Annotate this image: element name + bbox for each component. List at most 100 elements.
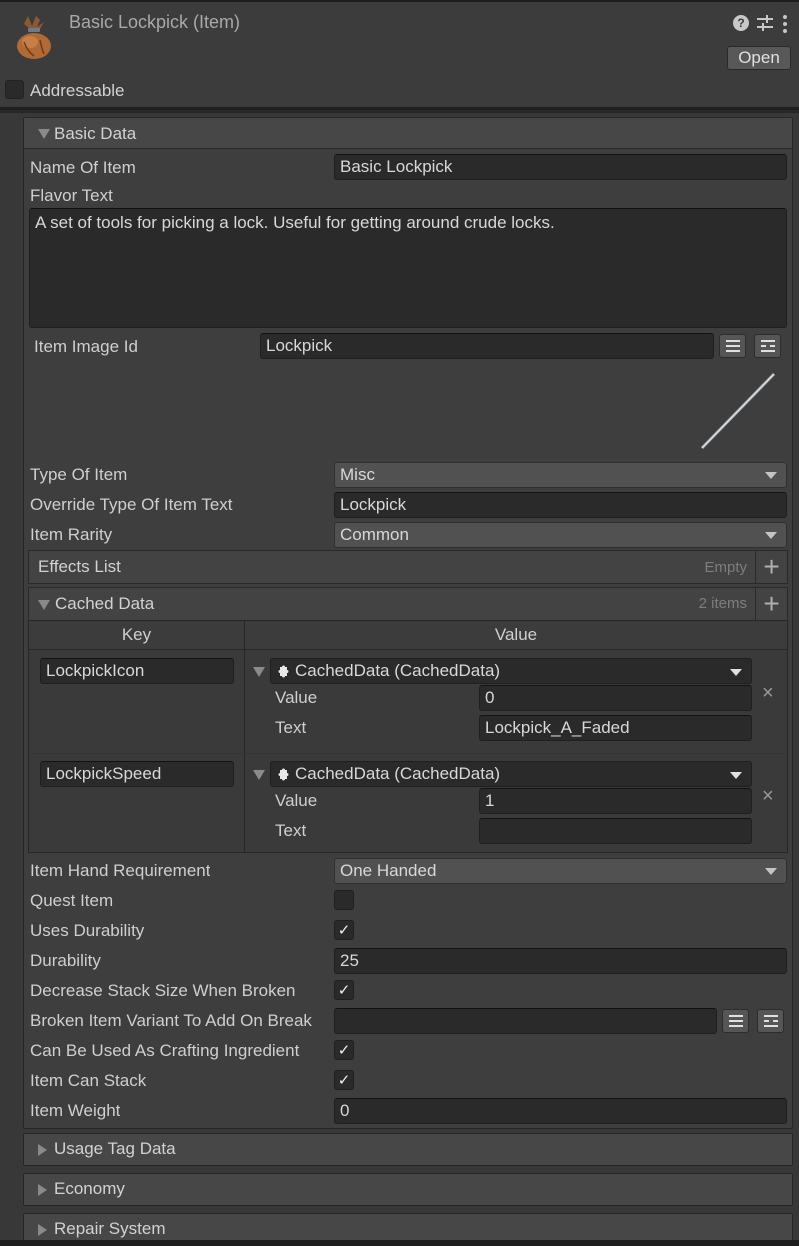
list-picker-button[interactable] (722, 1009, 749, 1033)
collapsed-triangle-icon (38, 1224, 47, 1236)
name-of-item-input[interactable]: Basic Lockpick (334, 154, 787, 180)
crafting-ingredient-label: Can Be Used As Crafting Ingredient (30, 1041, 300, 1060)
cached-data-type: CachedData (CachedData) (295, 764, 501, 783)
dropdown-arrow-icon (730, 772, 742, 779)
item-can-stack-checkbox[interactable]: ✓ (334, 1070, 354, 1090)
lockpick-image (700, 372, 776, 450)
cached-data-object-field[interactable]: CachedData (CachedData) (270, 761, 752, 787)
item-weight-input[interactable]: 0 (334, 1098, 787, 1124)
item-image-id-input[interactable]: Lockpick (260, 333, 714, 359)
dropdown-arrow-icon (765, 868, 777, 875)
grouped-picker-button[interactable] (757, 1009, 784, 1033)
flavor-text-area[interactable]: A set of tools for picking a lock. Usefu… (29, 208, 787, 328)
text-label: Text (275, 821, 307, 840)
preset-settings-icon[interactable] (756, 14, 774, 32)
item-rarity-value: Common (340, 525, 409, 544)
repair-system-label: Repair System (54, 1219, 166, 1238)
durability-input[interactable]: 25 (334, 948, 787, 974)
value-label: Value (275, 688, 318, 707)
expanded-triangle-icon (38, 129, 50, 139)
key-column-header: Key (121, 625, 152, 644)
bottom-edge (0, 1240, 799, 1246)
usage-tag-data-label: Usage Tag Data (54, 1139, 176, 1158)
cached-data-type: CachedData (CachedData) (295, 661, 501, 680)
text-label: Text (275, 718, 307, 737)
inspector-header: Basic Lockpick (Item) ? Open Addressable (0, 0, 799, 110)
cached-data-count: 2 items (698, 595, 747, 612)
type-of-item-dropdown[interactable]: Misc (334, 462, 787, 488)
script-puzzle-icon (278, 768, 289, 781)
basic-data-title: Basic Data (54, 124, 137, 143)
cached-data-table: Key Value LockpickIcon CachedData (Cache… (28, 620, 788, 853)
item-bag-icon (17, 16, 51, 59)
hand-requirement-dropdown[interactable]: One Handed (334, 858, 787, 884)
open-button[interactable]: Open (727, 46, 791, 70)
decrease-stack-checkbox[interactable]: ✓ (334, 980, 354, 1000)
addressable-checkbox[interactable] (5, 80, 24, 99)
economy-foldout[interactable]: Economy (23, 1173, 793, 1206)
expand-triangle-icon[interactable] (253, 770, 265, 780)
text-input[interactable]: Lockpick_A_Faded (479, 715, 752, 741)
value-input[interactable]: 1 (479, 788, 752, 814)
basic-data-foldout-header[interactable]: Basic Data (24, 118, 792, 149)
decrease-stack-label: Decrease Stack Size When Broken (30, 981, 296, 1000)
hand-requirement-value: One Handed (340, 861, 437, 880)
collapsed-triangle-icon (38, 1184, 47, 1196)
item-rarity-dropdown[interactable]: Common (334, 522, 787, 548)
broken-variant-label: Broken Item Variant To Add On Break (30, 1011, 312, 1030)
expand-triangle-icon[interactable] (253, 667, 265, 677)
uses-durability-checkbox[interactable]: ✓ (334, 920, 354, 940)
item-image-id-label: Item Image Id (34, 337, 138, 356)
addressable-label: Addressable (30, 81, 125, 100)
add-effect-button[interactable]: + (755, 551, 787, 584)
more-vertical-icon[interactable] (782, 14, 788, 34)
override-type-input[interactable]: Lockpick (334, 492, 787, 518)
cached-key-input[interactable]: LockpickSpeed (40, 761, 234, 787)
list-icon (726, 340, 740, 352)
asset-title: Basic Lockpick (Item) (69, 12, 241, 32)
add-cached-data-button[interactable]: + (755, 588, 787, 621)
remove-entry-button[interactable]: × (762, 785, 774, 808)
name-of-item-label: Name Of Item (30, 158, 136, 177)
table-row: LockpickIcon CachedData (CachedData) Val… (29, 651, 787, 753)
economy-label: Economy (54, 1179, 125, 1198)
broken-variant-input[interactable] (334, 1008, 717, 1034)
override-type-label: Override Type Of Item Text (30, 495, 233, 514)
flavor-text-label: Flavor Text (30, 186, 113, 205)
grouped-list-icon (764, 1015, 778, 1027)
durability-label: Durability (30, 951, 101, 970)
text-input[interactable] (479, 818, 752, 844)
expanded-triangle-icon (38, 600, 50, 610)
basic-data-panel: Basic Data Name Of Item Basic Lockpick F… (23, 117, 793, 1129)
effects-list-count: Empty (704, 559, 747, 576)
usage-tag-data-foldout[interactable]: Usage Tag Data (23, 1133, 793, 1166)
quest-item-checkbox[interactable] (334, 890, 354, 910)
list-picker-button[interactable] (719, 334, 746, 358)
uses-durability-label: Uses Durability (30, 921, 145, 940)
grouped-list-icon (761, 340, 775, 352)
collapsed-triangle-icon (38, 1144, 47, 1156)
quest-item-label: Quest Item (30, 891, 114, 910)
table-row: LockpickSpeed CachedData (CachedData) Va… (29, 754, 787, 852)
value-label: Value (275, 791, 318, 810)
effects-list-header[interactable]: Effects List Empty + (28, 550, 788, 584)
value-column-header: Value (494, 625, 538, 644)
inspector-gutter (0, 113, 23, 1246)
dropdown-arrow-icon (730, 669, 742, 676)
grouped-picker-button[interactable] (754, 334, 781, 358)
type-of-item-value: Misc (340, 465, 375, 484)
value-input[interactable]: 0 (479, 685, 752, 711)
help-icon[interactable]: ? (733, 15, 749, 31)
dropdown-arrow-icon (765, 532, 777, 539)
cached-key-input[interactable]: LockpickIcon (40, 658, 234, 684)
item-rarity-label: Item Rarity (30, 525, 113, 544)
dropdown-arrow-icon (765, 472, 777, 479)
remove-entry-button[interactable]: × (762, 682, 774, 705)
crafting-ingredient-checkbox[interactable]: ✓ (334, 1040, 354, 1060)
cached-data-object-field[interactable]: CachedData (CachedData) (270, 658, 752, 684)
effects-list-label: Effects List (38, 557, 121, 576)
script-puzzle-icon (278, 665, 289, 678)
item-weight-label: Item Weight (30, 1101, 121, 1120)
type-of-item-label: Type Of Item (30, 465, 128, 484)
cached-data-header[interactable]: Cached Data 2 items + (28, 587, 788, 621)
